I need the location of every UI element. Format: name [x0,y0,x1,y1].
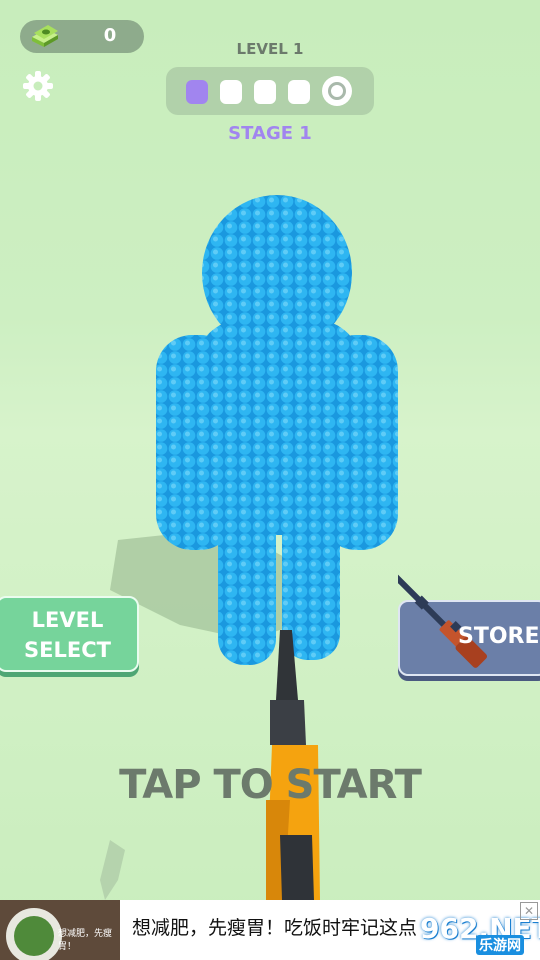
figure-torso [196,320,361,535]
ad-thumb-tag: 想减肥，先瘦胃！ [58,929,113,952]
level-label: LEVEL 1 [236,40,304,58]
salad-image [14,916,54,956]
ad-thumbnail: 想减肥，先瘦胃！ [0,900,120,960]
close-icon[interactable]: ✕ [520,902,538,920]
cash-counter: 0 [20,20,144,53]
rifle-icon [393,566,488,680]
watermark-sub: 乐游网 [476,935,524,955]
figure-head [202,195,352,351]
level-select-label-line1: LEVEL [31,608,104,632]
store-label: STORE [458,624,540,649]
gear-icon[interactable] [22,70,54,106]
store-button[interactable]: STORE [393,574,540,676]
stage-pip-3 [254,80,276,104]
level-select-button[interactable]: LEVEL SELECT [0,596,139,672]
stage-pip-2 [220,80,242,104]
stage-label: STAGE 1 [228,123,312,144]
ad-text: 想减肥，先瘦胃！吃饭时牢记这点 [132,917,418,939]
ground-mark [100,840,125,900]
level-select-label-line2: SELECT [24,638,111,662]
tap-to-start-prompt[interactable]: TAP TO START [100,762,440,808]
stage-pip-1 [186,80,208,104]
target-ring-icon [322,76,352,106]
cash-stack-icon [30,25,60,53]
stage-pip-4 [288,80,310,104]
stage-progress-bar [166,67,374,115]
cash-value: 0 [103,25,117,46]
